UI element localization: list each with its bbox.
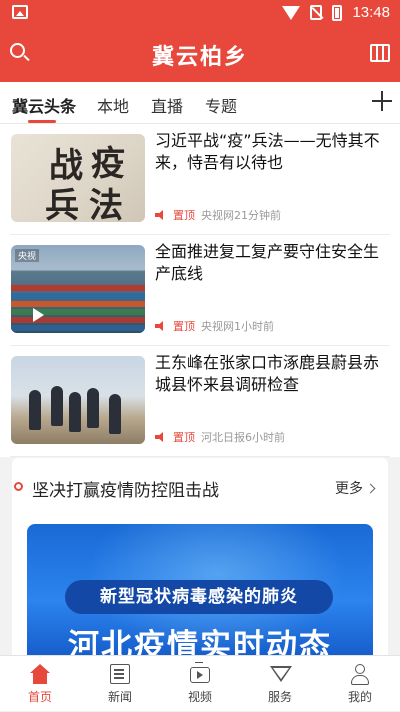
news-source: 央视网21分钟前 (201, 209, 281, 222)
news-title: 习近平战“疫”兵法——无恃其不来，恃吾有以待也 (155, 131, 380, 172)
nav-home[interactable]: 首页 (0, 656, 80, 712)
category-tabs: 冀云头条 本地 直播 专题 (0, 82, 400, 124)
news-icon (110, 664, 130, 684)
active-tab-indicator (28, 120, 56, 123)
home-icon (30, 664, 50, 684)
map-icon[interactable] (370, 44, 390, 62)
more-link[interactable]: 更多 (335, 478, 376, 498)
app-title: 冀云柏乡 (151, 45, 248, 70)
add-channel-icon[interactable] (372, 91, 392, 111)
thumbnail-text: 兵 (45, 186, 79, 222)
section-title: 坚决打赢疫情防控阻击战 (32, 481, 219, 501)
profile-icon (350, 664, 370, 685)
nav-label: 首页 (27, 690, 52, 704)
pinned-label: 置顶 (173, 320, 195, 333)
epidemic-banner[interactable]: 新型冠状病毒感染的肺炎 河北疫情实时动态 (27, 524, 373, 658)
news-item[interactable]: 央视 全面推进复工复产要守住安全生产底线 置顶 央视网1小时前 (0, 235, 400, 346)
service-icon (270, 666, 292, 682)
banner-title: 河北疫情实时动态 (68, 628, 332, 658)
nav-label: 新闻 (107, 690, 132, 704)
news-thumbnail: 战 疫 兵 法 (11, 134, 145, 222)
news-item[interactable]: 战 疫 兵 法 习近平战“疫”兵法——无恃其不来，恃吾有以待也 置顶 央视网21… (0, 124, 400, 235)
battery-icon (332, 4, 343, 21)
tab-headlines[interactable]: 冀云头条 (12, 93, 76, 117)
news-item[interactable]: 王东峰在张家口市涿鹿县蔚县赤城县怀来县调研检查 置顶 河北日报6小时前 (0, 346, 400, 457)
tab-topics[interactable]: 专题 (205, 93, 237, 117)
pinned-label: 置顶 (173, 209, 195, 222)
play-icon[interactable] (33, 308, 44, 322)
no-sim-icon (310, 5, 323, 20)
status-bar: 13:48 (0, 0, 400, 26)
nav-service[interactable]: 服务 (240, 656, 320, 712)
news-meta: 置顶 央视网1小时前 (155, 318, 274, 334)
wifi-icon (282, 5, 301, 20)
section-bullet-icon (14, 482, 23, 491)
speaker-icon[interactable] (155, 321, 165, 331)
nav-label: 服务 (267, 690, 292, 704)
news-source: 河北日报6小时前 (201, 431, 285, 444)
thumbnail-text: 法 (89, 186, 123, 222)
status-time: 13:48 (352, 4, 390, 21)
news-source: 央视网1小时前 (201, 320, 274, 333)
tab-local[interactable]: 本地 (97, 93, 129, 117)
epidemic-section: 坚决打赢疫情防控阻击战 更多 新型冠状病毒感染的肺炎 河北疫情实时动态 (12, 458, 388, 658)
news-thumbnail: 央视 (11, 245, 145, 333)
news-thumbnail (11, 356, 145, 444)
more-label: 更多 (335, 481, 363, 497)
app-header: 冀云柏乡 (0, 26, 400, 82)
nav-news[interactable]: 新闻 (80, 656, 160, 712)
speaker-icon[interactable] (155, 432, 165, 442)
tab-live[interactable]: 直播 (151, 93, 183, 117)
chevron-right-icon (365, 483, 376, 494)
nav-label: 视频 (187, 690, 212, 704)
nav-profile[interactable]: 我的 (320, 656, 400, 712)
nav-video[interactable]: 视频 (160, 656, 240, 712)
pinned-label: 置顶 (173, 431, 195, 444)
news-meta: 置顶 央视网21分钟前 (155, 207, 281, 223)
image-notification-icon (12, 5, 28, 19)
nav-label: 我的 (347, 690, 372, 704)
news-title: 王东峰在张家口市涿鹿县蔚县赤城县怀来县调研检查 (155, 353, 380, 394)
video-icon (190, 662, 210, 683)
thumbnail-logo: 央视 (15, 249, 40, 262)
bottom-nav: 首页 新闻 视频 服务 我的 (0, 655, 400, 711)
news-meta: 置顶 河北日报6小时前 (155, 429, 285, 445)
banner-subtitle: 新型冠状病毒感染的肺炎 (65, 580, 333, 614)
speaker-icon[interactable] (155, 210, 165, 220)
news-title: 全面推进复工复产要守住安全生产底线 (155, 242, 380, 283)
